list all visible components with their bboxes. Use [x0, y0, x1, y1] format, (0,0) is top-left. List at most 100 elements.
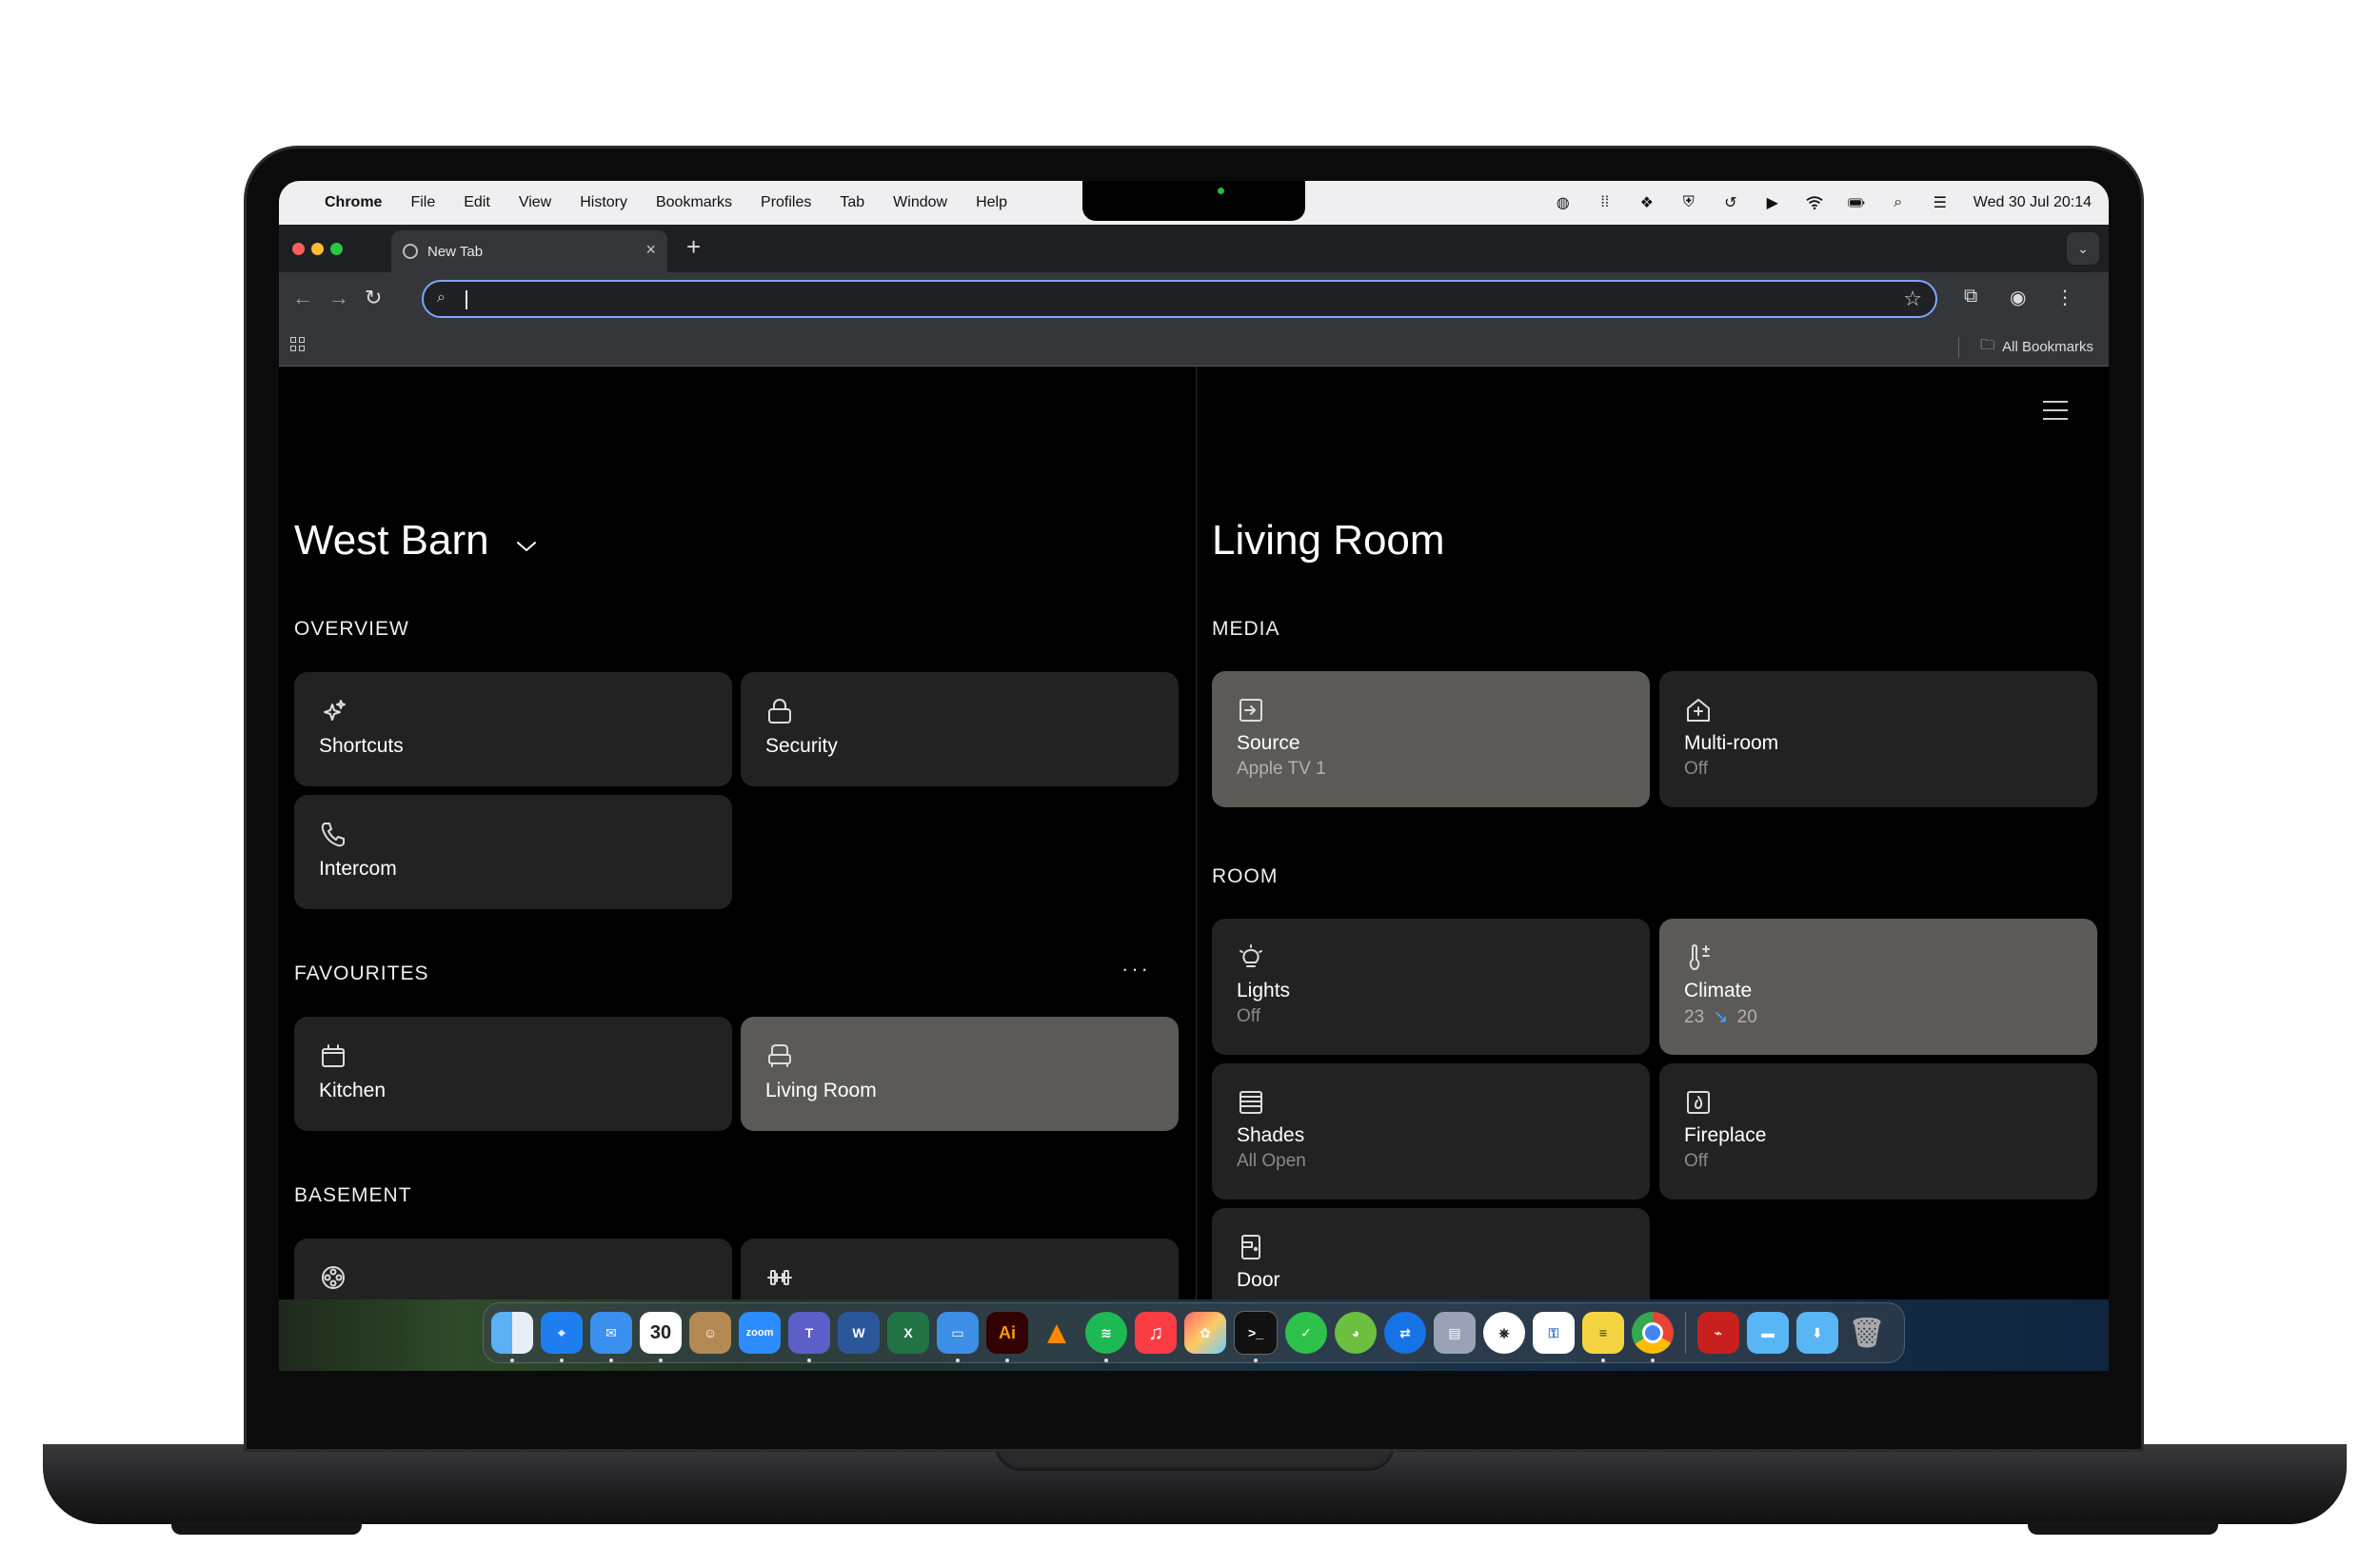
- play-status-icon[interactable]: ▶: [1764, 194, 1781, 211]
- illustrator-icon[interactable]: Ai: [986, 1312, 1028, 1362]
- forward-arrow-icon[interactable]: →: [328, 286, 349, 310]
- bookmarks-separator: [1958, 336, 1960, 358]
- tile-basement-gym[interactable]: [741, 1239, 1179, 1299]
- address-bar[interactable]: ⌕ ☆: [422, 280, 1937, 318]
- tile-basement-cinema[interactable]: [294, 1239, 732, 1299]
- mail-icon[interactable]: ✉: [590, 1312, 632, 1362]
- shield-status-icon[interactable]: ⛨: [1680, 194, 1697, 211]
- zoom-icon[interactable]: zoom: [739, 1312, 781, 1354]
- tile-security[interactable]: Security: [741, 672, 1179, 786]
- tasks-check-icon[interactable]: ✓: [1285, 1312, 1327, 1354]
- downloads-folder-icon[interactable]: ⬇: [1796, 1312, 1838, 1354]
- menu-edit[interactable]: Edit: [464, 194, 490, 211]
- tile-multi-room[interactable]: Multi-room Off: [1659, 671, 2097, 807]
- all-bookmarks-label: All Bookmarks: [2002, 339, 2093, 355]
- extensions-puzzle-icon[interactable]: ⧉: [1964, 286, 1977, 307]
- favourites-more-button[interactable]: ···: [1121, 957, 1151, 982]
- profile-avatar-icon[interactable]: ◉: [2010, 286, 2026, 309]
- acrobat-icon[interactable]: ⌁: [1697, 1312, 1739, 1354]
- tile-fireplace[interactable]: Fireplace Off: [1659, 1063, 2097, 1200]
- finder-icon[interactable]: [491, 1312, 533, 1362]
- photos-icon[interactable]: ✿: [1184, 1312, 1226, 1354]
- chevron-down-icon: [516, 542, 536, 551]
- menu-file[interactable]: File: [410, 194, 435, 211]
- chatgpt-icon[interactable]: ⎈: [1483, 1312, 1525, 1354]
- tile-label: Intercom: [319, 858, 397, 880]
- teamviewer-icon[interactable]: ⇄: [1384, 1312, 1426, 1354]
- hamburger-menu-icon[interactable]: [2043, 401, 2068, 420]
- close-tab-icon[interactable]: ×: [645, 240, 656, 260]
- tile-lights[interactable]: Lights Off: [1212, 919, 1650, 1055]
- safari-icon[interactable]: ⌖: [541, 1312, 583, 1362]
- excel-icon[interactable]: X: [887, 1312, 929, 1354]
- house-plus-icon: [1687, 699, 1710, 722]
- teams-icon[interactable]: T: [788, 1312, 830, 1362]
- chrome-menu-kebab-icon[interactable]: ⋮: [2055, 286, 2074, 309]
- time-machine-status-icon[interactable]: ↺: [1722, 194, 1739, 211]
- menu-window[interactable]: Window: [893, 194, 947, 211]
- tab-new-tab[interactable]: New Tab ×: [391, 230, 667, 272]
- dropbox-status-icon[interactable]: ❖: [1638, 194, 1656, 211]
- tile-kitchen[interactable]: Kitchen: [294, 1017, 732, 1131]
- word-icon[interactable]: W: [838, 1312, 880, 1354]
- folder-applications-icon[interactable]: ▬: [1747, 1312, 1789, 1354]
- contacts-icon[interactable]: ☺: [689, 1312, 731, 1354]
- bookmark-star-icon[interactable]: ☆: [1903, 287, 1922, 311]
- music-icon[interactable]: ♫: [1135, 1312, 1177, 1354]
- tile-label: Multi-room: [1684, 732, 1779, 754]
- menu-profiles[interactable]: Profiles: [761, 194, 811, 211]
- menu-app-name[interactable]: Chrome: [325, 194, 382, 211]
- window-zoom-button[interactable]: [330, 243, 343, 255]
- tile-status: Off: [1684, 1151, 1708, 1171]
- tile-climate[interactable]: Climate 23 ↘ 20: [1659, 919, 2097, 1055]
- wifi-status-icon[interactable]: [1806, 194, 1823, 211]
- menu-help[interactable]: Help: [976, 194, 1007, 211]
- tile-shortcuts[interactable]: Shortcuts: [294, 672, 732, 786]
- battery-status-icon[interactable]: [1848, 194, 1865, 211]
- vlc-icon[interactable]: ▲: [1036, 1312, 1078, 1354]
- window-close-button[interactable]: [292, 243, 305, 255]
- globe-status-icon[interactable]: ◍: [1555, 194, 1572, 211]
- terminal-icon[interactable]: >_: [1234, 1311, 1278, 1362]
- input-icon: [1240, 699, 1262, 722]
- dock-separator: [1685, 1312, 1686, 1354]
- back-arrow-icon[interactable]: ←: [292, 286, 313, 310]
- tab-search-chevron-icon[interactable]: ⌄: [2067, 232, 2099, 265]
- tile-door[interactable]: Door: [1212, 1208, 1650, 1299]
- keychain-icon[interactable]: ⚿: [1533, 1312, 1575, 1354]
- menu-bookmarks[interactable]: Bookmarks: [656, 194, 732, 211]
- favourites-heading: FAVOURITES: [294, 962, 429, 984]
- notes-icon[interactable]: ≡: [1582, 1312, 1624, 1362]
- basement-heading: BASEMENT: [294, 1184, 412, 1206]
- keynote-icon[interactable]: ▭: [937, 1312, 979, 1362]
- tile-intercom[interactable]: Intercom: [294, 795, 732, 909]
- calendar-icon[interactable]: 30: [640, 1312, 682, 1362]
- window-minimize-button[interactable]: [311, 243, 324, 255]
- tile-living-room[interactable]: Living Room: [741, 1017, 1179, 1131]
- reload-icon[interactable]: ↻: [365, 286, 382, 310]
- tile-shades[interactable]: Shades All Open: [1212, 1063, 1650, 1200]
- menu-history[interactable]: History: [580, 194, 627, 211]
- system-utility-icon[interactable]: ▤: [1434, 1312, 1476, 1354]
- tile-source[interactable]: Source Apple TV 1: [1212, 671, 1650, 807]
- spotlight-search-icon[interactable]: ⌕: [1890, 194, 1907, 211]
- text-caret: [466, 290, 467, 309]
- trash-icon[interactable]: 🗑: [1846, 1312, 1888, 1354]
- menu-view[interactable]: View: [519, 194, 551, 211]
- dumbbell-icon: [767, 1270, 792, 1285]
- apps-grid-icon[interactable]: [290, 337, 307, 354]
- spotify-icon[interactable]: ≋: [1085, 1312, 1127, 1362]
- tile-status: Off: [1684, 759, 1708, 779]
- chrome-icon[interactable]: [1632, 1312, 1674, 1362]
- chrome-favicon-icon: [403, 244, 418, 259]
- tab-strip: New Tab × + ⌄: [279, 225, 2109, 272]
- all-bookmarks-button[interactable]: 🗀 All Bookmarks: [1958, 335, 2093, 359]
- control-center-icon[interactable]: ☰: [1932, 194, 1949, 211]
- cyberduck-icon[interactable]: ◕: [1335, 1312, 1377, 1354]
- folder-icon: 🗀: [1980, 337, 1995, 353]
- menu-tab[interactable]: Tab: [840, 194, 864, 211]
- menu-clock[interactable]: Wed 30 Jul 20:14: [1973, 194, 2092, 211]
- location-selector[interactable]: West Barn: [294, 517, 539, 565]
- new-tab-plus-icon[interactable]: +: [686, 232, 701, 262]
- grid-dots-status-icon[interactable]: ⁞⁞: [1597, 194, 1614, 211]
